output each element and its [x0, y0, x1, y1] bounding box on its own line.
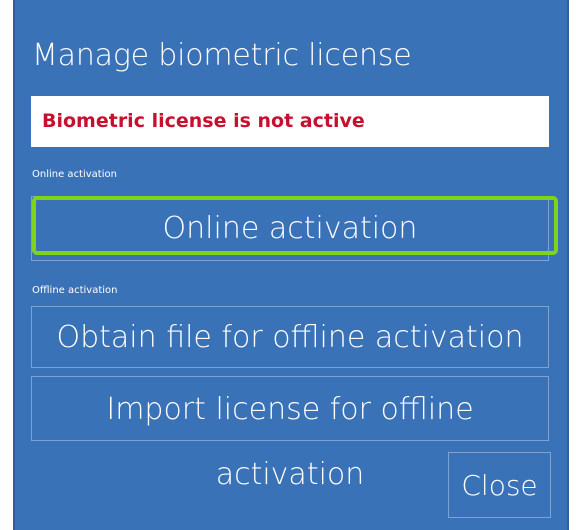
online-activation-section-label: Online activation	[32, 169, 117, 180]
dialog-title: Manage biometric license	[32, 38, 412, 73]
manage-license-dialog: Manage biometric license Biometric licen…	[13, 0, 569, 530]
close-button[interactable]: Close	[448, 452, 551, 518]
license-status-box: Biometric license is not active	[31, 96, 549, 147]
obtain-offline-file-button[interactable]: Obtain file for offline activation	[31, 306, 549, 368]
license-status-text: Biometric license is not active	[42, 110, 365, 132]
import-offline-license-button[interactable]: Import license for offline activation	[31, 376, 549, 492]
offline-activation-section-label: Offline activation	[32, 285, 118, 296]
online-activation-button[interactable]: Online activation	[31, 196, 549, 261]
